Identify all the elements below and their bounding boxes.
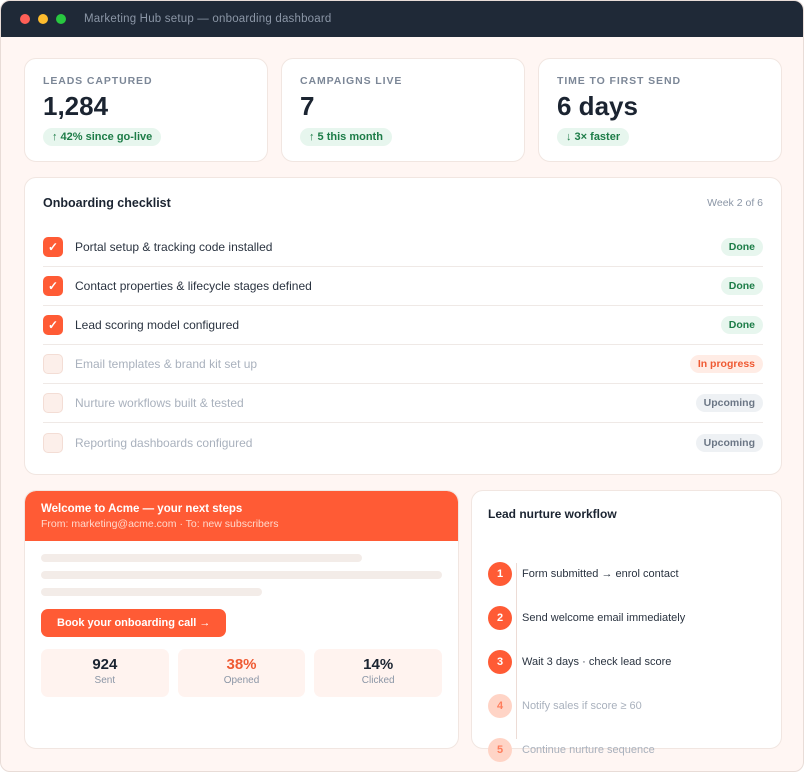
minimize-window-button[interactable] bbox=[38, 14, 48, 24]
status-badge: In progress bbox=[689, 355, 763, 373]
email-header: Welcome to Acme — your next steps From: … bbox=[25, 491, 458, 541]
stat-value: 6 days bbox=[557, 91, 638, 121]
metric-opened: 38% Opened bbox=[177, 649, 306, 697]
checklist-item[interactable]: ✓ Lead scoring model configured Done bbox=[43, 306, 763, 345]
stat-card-time-to-send: TIME TO FIRST SEND 6 days ↓ 3× faster bbox=[538, 58, 782, 162]
onboarding-checklist: Onboarding checklist Week 2 of 6 ✓ Porta… bbox=[24, 177, 782, 475]
checklist-item-label: Portal setup & tracking code installed bbox=[75, 240, 273, 254]
checklist-item-label: Nurture workflows built & tested bbox=[75, 396, 244, 410]
checklist-item[interactable]: Email templates & brand kit set up In pr… bbox=[43, 345, 763, 384]
lead-nurture-workflow: Lead nurture workflow 1 Form submitted →… bbox=[471, 490, 782, 762]
metric-sent: 924 Sent bbox=[41, 649, 169, 697]
metric-value: 924 bbox=[92, 656, 118, 673]
metric-label: Clicked bbox=[361, 675, 395, 686]
maximize-window-button[interactable] bbox=[56, 14, 66, 24]
workflow-step[interactable]: 3 Wait 3 days · check lead score bbox=[488, 650, 671, 674]
checklist-item-label: Contact properties & lifecycle stages de… bbox=[75, 279, 312, 293]
step-label: Continue nurture sequence bbox=[522, 744, 655, 756]
checkbox-unchecked[interactable] bbox=[43, 432, 63, 453]
close-window-button[interactable] bbox=[20, 14, 30, 24]
email-from: From: marketing@acme.com · To: new subsc… bbox=[41, 518, 279, 530]
step-number: 5 bbox=[488, 738, 512, 762]
skeleton-line bbox=[41, 554, 362, 562]
step-number: 3 bbox=[488, 650, 512, 674]
step-label: Send welcome email immediately bbox=[522, 612, 686, 624]
checkbox-checked[interactable]: ✓ bbox=[43, 315, 63, 335]
checkbox-checked[interactable]: ✓ bbox=[43, 276, 63, 296]
window-title: Marketing Hub setup — onboarding dashboa… bbox=[84, 13, 332, 25]
stat-card-campaigns: CAMPAIGNS LIVE 7 ↑ 5 this month bbox=[281, 58, 525, 162]
app-window: Marketing Hub setup — onboarding dashboa… bbox=[0, 0, 804, 772]
checklist-item-label: Lead scoring model configured bbox=[75, 318, 240, 332]
skeleton-line bbox=[41, 588, 262, 596]
metric-value: 38% bbox=[226, 656, 257, 673]
step-number: 2 bbox=[488, 606, 512, 630]
step-label: Wait 3 days · check lead score bbox=[522, 656, 672, 668]
step-label: Notify sales if score ≥ 60 bbox=[522, 700, 642, 712]
step-number: 4 bbox=[488, 694, 512, 718]
workflow-step[interactable]: 4 Notify sales if score ≥ 60 bbox=[488, 694, 642, 718]
status-badge: Upcoming bbox=[695, 433, 763, 452]
checkbox-unchecked[interactable] bbox=[43, 393, 63, 413]
checklist-item[interactable]: ✓ Portal setup & tracking code installed… bbox=[43, 228, 763, 267]
step-number: 1 bbox=[488, 562, 512, 586]
status-badge: Done bbox=[720, 277, 763, 295]
stat-value: 1,284 bbox=[43, 91, 109, 121]
stat-delta-badge: ↑ 42% since go-live bbox=[43, 128, 162, 146]
workflow-step[interactable]: 5 Continue nurture sequence bbox=[488, 738, 655, 762]
stat-label: CAMPAIGNS LIVE bbox=[300, 75, 403, 87]
email-subject: Welcome to Acme — your next steps bbox=[41, 503, 243, 515]
checklist-week: Week 2 of 6 bbox=[707, 197, 763, 209]
checkbox-unchecked[interactable] bbox=[43, 354, 63, 374]
status-badge: Done bbox=[720, 238, 763, 256]
checklist-item[interactable]: Reporting dashboards configured Upcoming bbox=[43, 423, 763, 462]
step-label: Form submitted → enrol contact bbox=[522, 568, 679, 580]
stat-label: TIME TO FIRST SEND bbox=[557, 75, 681, 87]
metric-label: Sent bbox=[94, 675, 116, 686]
metric-label: Opened bbox=[223, 675, 260, 686]
stat-value: 7 bbox=[300, 91, 315, 121]
checkbox-checked[interactable]: ✓ bbox=[43, 237, 63, 257]
metric-clicked: 14% Clicked bbox=[314, 649, 443, 697]
email-preview-card: Welcome to Acme — your next steps From: … bbox=[24, 490, 459, 749]
workflow-step[interactable]: 2 Send welcome email immediately bbox=[488, 606, 685, 630]
email-metrics: 924 Sent 38% Opened 14% Clicked bbox=[41, 649, 443, 697]
book-onboarding-call-button[interactable]: Book your onboarding call → bbox=[41, 609, 227, 637]
checklist-item-label: Reporting dashboards configured bbox=[75, 435, 253, 450]
workflow-step[interactable]: 1 Form submitted → enrol contact bbox=[488, 562, 679, 586]
checklist-item[interactable]: Nurture workflows built & tested Upcomin… bbox=[43, 384, 763, 423]
metric-value: 14% bbox=[363, 656, 394, 673]
stat-delta-badge: ↓ 3× faster bbox=[557, 128, 630, 146]
checklist-item-label: Email templates & brand kit set up bbox=[75, 357, 258, 371]
skeleton-line bbox=[41, 571, 442, 579]
checklist-title: Onboarding checklist bbox=[43, 196, 171, 210]
title-bar: Marketing Hub setup — onboarding dashboa… bbox=[1, 1, 803, 37]
stat-card-leads: LEADS CAPTURED 1,284 ↑ 42% since go-live bbox=[24, 58, 268, 162]
checklist-item[interactable]: ✓ Contact properties & lifecycle stages … bbox=[43, 267, 763, 306]
workflow-title: Lead nurture workflow bbox=[488, 507, 617, 521]
status-badge: Upcoming bbox=[695, 394, 763, 412]
stat-delta-badge: ↑ 5 this month bbox=[300, 128, 392, 146]
status-badge: Done bbox=[720, 316, 763, 334]
stat-label: LEADS CAPTURED bbox=[43, 75, 153, 87]
